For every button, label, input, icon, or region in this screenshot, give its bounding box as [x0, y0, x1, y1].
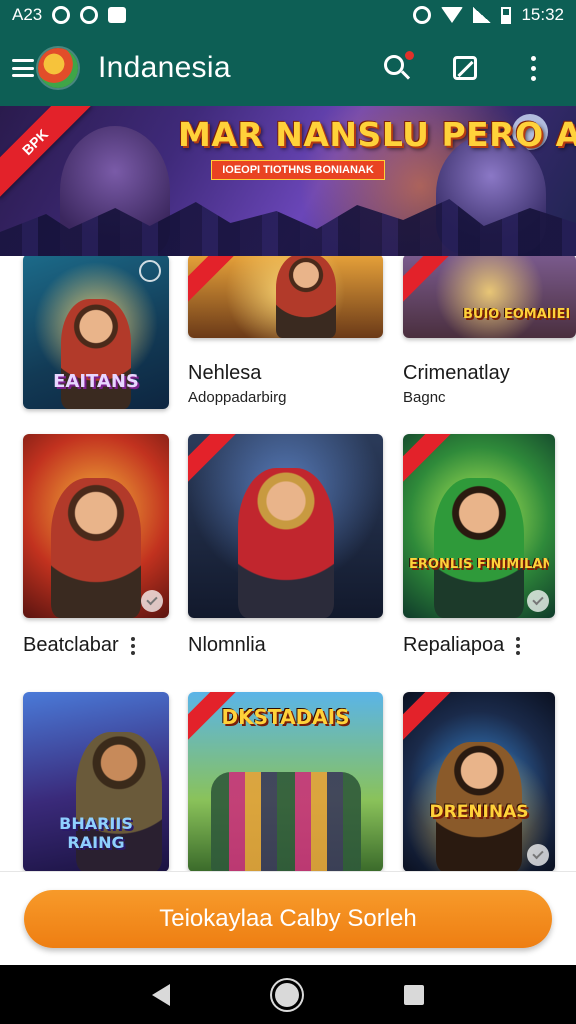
game-art-title: DRENINAS	[429, 803, 529, 822]
app-bar: Indanesia	[0, 30, 576, 106]
more-vert-icon	[530, 55, 536, 81]
notification-icon	[52, 6, 71, 24]
hero-art	[61, 299, 131, 409]
game-art-title: DKSTADAIS	[221, 708, 350, 727]
game-card[interactable]: BHARIIS RAING	[23, 692, 169, 871]
game-art-title: ERONLIS FINIMILAN	[409, 558, 549, 572]
game-card[interactable]: Beatclabar	[23, 434, 169, 657]
notification-icon-2	[80, 6, 99, 24]
heroes-group-art	[210, 772, 361, 871]
game-thumbnail[interactable]	[188, 256, 383, 338]
banner-subline: IOEOPI TIOTHNS BONIANAK	[211, 160, 385, 180]
game-thumbnail[interactable]: BHARIIS RAING	[23, 692, 169, 871]
game-title: Repaliapoa	[403, 634, 555, 657]
hero-art	[237, 468, 334, 618]
system-nav-bar	[0, 965, 576, 1024]
status-bar: A23 15:32	[0, 0, 576, 30]
app-title: Indanesia	[98, 51, 231, 84]
recents-icon[interactable]	[403, 984, 424, 1005]
more-vert-icon[interactable]	[516, 636, 521, 655]
check-icon	[141, 590, 163, 612]
game-card[interactable]: DRENINAS	[403, 692, 555, 871]
back-icon[interactable]	[152, 983, 171, 1006]
status-left-text: A23	[12, 5, 43, 24]
check-icon	[527, 590, 549, 612]
game-art-title: BHARIIS RAING	[59, 814, 133, 852]
menu-icon[interactable]	[12, 59, 34, 77]
search-icon	[384, 55, 404, 75]
game-card[interactable]: DKSTADAIS	[188, 692, 383, 871]
cta-bar: Teiokaylaa Calby Sorleh	[0, 871, 576, 965]
game-card[interactable]: Nehlesa Adoppadarbirg	[188, 256, 383, 406]
image-icon	[108, 7, 127, 23]
game-card[interactable]: Nlomnlia	[188, 434, 383, 657]
game-title-text: Beatclabar	[23, 634, 119, 656]
search-button[interactable]	[382, 51, 414, 83]
wifi-icon	[441, 7, 464, 23]
edit-button[interactable]	[450, 53, 480, 83]
game-art-title: BUIO EOMAIIEI	[463, 308, 570, 322]
game-title: Nehlesa	[188, 362, 262, 384]
home-icon[interactable]	[274, 982, 299, 1007]
game-thumbnail[interactable]	[188, 434, 383, 618]
game-card[interactable]: ERONLIS FINIMILAN Repaliapoa	[403, 434, 555, 657]
hero-art	[434, 478, 524, 618]
promo-banner[interactable]: BPK MAR NANSLU PERO AILAS IOEOPI TIOTHNS…	[0, 106, 576, 256]
game-thumbnail[interactable]: BUIO EOMAIIEI	[403, 256, 576, 338]
hero-art	[275, 256, 336, 338]
more-options-button[interactable]	[518, 53, 548, 83]
share-icon[interactable]	[139, 260, 161, 282]
game-grid: EAITANS Nehlesa Adoppadarbirg BUIO EOMAI…	[0, 256, 576, 871]
game-thumbnail[interactable]: DKSTADAIS	[188, 692, 383, 871]
game-subtitle: Bagnc	[403, 389, 446, 406]
hot-tag	[403, 434, 456, 486]
check-icon	[527, 844, 549, 866]
game-subtitle: Adoppadarbirg	[188, 389, 287, 406]
notification-dot	[405, 51, 414, 60]
game-card[interactable]: BUIO EOMAIIEI Crimenatlay Bagnc	[403, 256, 576, 406]
game-title: Nlomnlia	[188, 634, 266, 656]
more-vert-icon[interactable]	[130, 636, 135, 655]
game-title-text: Repaliapoa	[403, 634, 505, 656]
app-logo-icon	[38, 48, 78, 88]
edit-icon	[453, 56, 477, 80]
hero-art	[51, 478, 141, 618]
game-thumbnail[interactable]	[23, 434, 169, 618]
game-title: Crimenatlay	[403, 362, 510, 384]
game-art-title: EAITANS	[53, 372, 139, 391]
alarm-icon	[413, 6, 432, 24]
game-thumbnail[interactable]: EAITANS	[23, 256, 169, 409]
game-thumbnail[interactable]: ERONLIS FINIMILAN	[403, 434, 555, 618]
status-time: 15:32	[521, 5, 564, 24]
signal-icon	[473, 7, 492, 23]
game-title: Beatclabar	[23, 634, 169, 657]
cta-button[interactable]: Teiokaylaa Calby Sorleh	[24, 890, 552, 948]
game-thumbnail[interactable]: DRENINAS	[403, 692, 555, 871]
game-card[interactable]: EAITANS	[23, 256, 169, 409]
banner-headline: MAR NANSLU PERO AILAS	[178, 115, 576, 154]
battery-icon	[501, 6, 512, 24]
